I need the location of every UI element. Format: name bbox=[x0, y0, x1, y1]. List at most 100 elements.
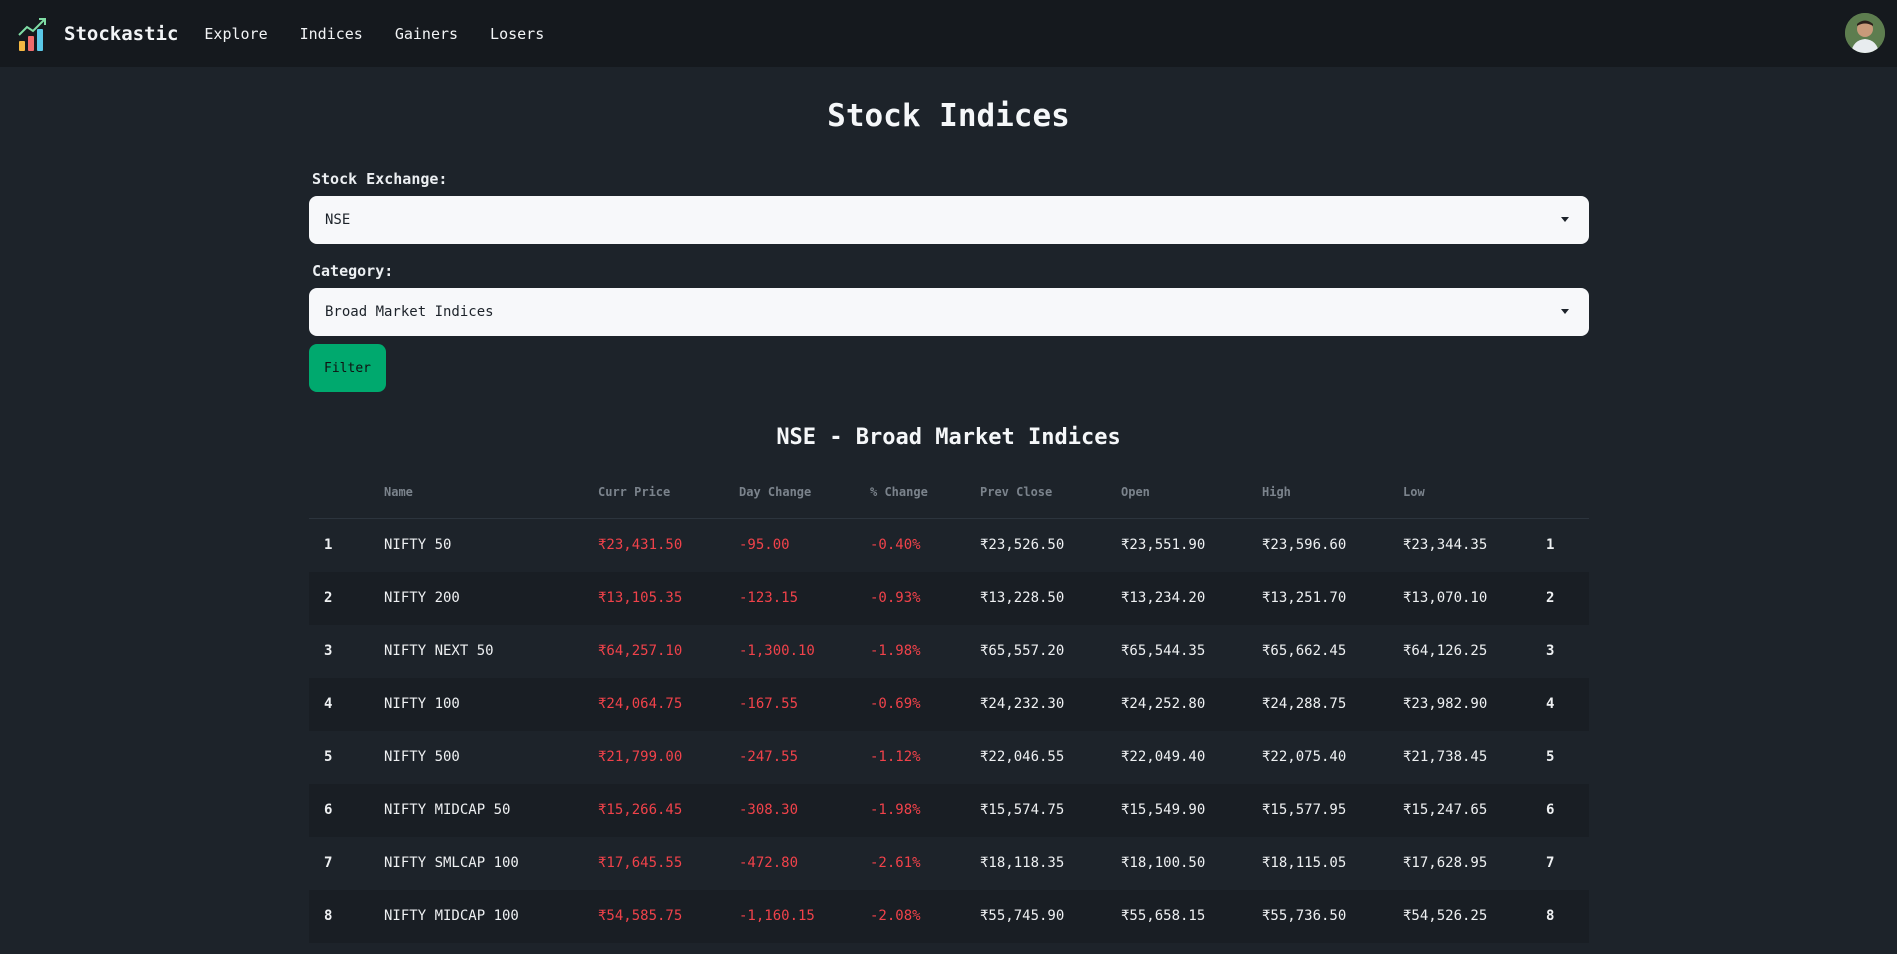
caret-down-icon bbox=[1561, 309, 1569, 314]
pct-change: -1.98% bbox=[870, 802, 921, 818]
table-row[interactable]: 6 NIFTY MIDCAP 50 ₹15,266.45 -308.30 -1.98% ₹… bbox=[309, 784, 1589, 837]
day-change: -308.30 bbox=[739, 802, 799, 818]
header-curr-price: Curr Price bbox=[598, 485, 671, 499]
index-name: NIFTY 50 bbox=[384, 537, 452, 553]
category-select[interactable]: Broad Market Indices bbox=[309, 288, 1589, 336]
category-value: Broad Market Indices bbox=[325, 304, 494, 320]
open-price: ₹22,049.40 bbox=[1121, 749, 1206, 765]
index-name: NIFTY MIDCAP 50 bbox=[384, 802, 511, 818]
curr-price: ₹54,585.75 bbox=[598, 908, 683, 924]
open-price: ₹13,234.20 bbox=[1121, 590, 1206, 606]
pct-change: -2.61% bbox=[870, 855, 921, 871]
curr-price: ₹15,266.45 bbox=[598, 802, 683, 818]
page-title: Stock Indices bbox=[827, 98, 1070, 134]
index-name: NIFTY NEXT 50 bbox=[384, 643, 494, 659]
header-day-change: Day Change bbox=[739, 485, 812, 499]
open-price: ₹24,252.80 bbox=[1121, 696, 1206, 712]
row-rank: 1 bbox=[1546, 537, 1555, 553]
table-row[interactable]: 1 NIFTY 50 ₹23,431.50 -95.00 -0.40% ₹23,526.5… bbox=[309, 519, 1589, 572]
low-price: ₹64,126.25 bbox=[1403, 643, 1488, 659]
table-header: Name Curr Price Day Change % Change Prev… bbox=[309, 465, 1589, 519]
row-rank: 4 bbox=[1546, 696, 1555, 712]
table-row[interactable]: 5 NIFTY 500 ₹21,799.00 -247.55 -1.12% ₹22,046… bbox=[309, 731, 1589, 784]
prev-close: ₹55,745.90 bbox=[980, 908, 1065, 924]
pct-change: -0.69% bbox=[870, 696, 921, 712]
index-name: NIFTY SMLCAP 100 bbox=[384, 855, 519, 871]
index-name: NIFTY MIDCAP 100 bbox=[384, 908, 519, 924]
row-index: 3 bbox=[324, 643, 333, 659]
low-price: ₹23,344.35 bbox=[1403, 537, 1488, 553]
index-name: NIFTY 100 bbox=[384, 696, 460, 712]
prev-close: ₹24,232.30 bbox=[980, 696, 1065, 712]
row-index: 6 bbox=[324, 802, 333, 818]
header-open: Open bbox=[1121, 485, 1150, 499]
table-row[interactable]: 7 NIFTY SMLCAP 100 ₹17,645.55 -472.80 -2.61%… bbox=[309, 837, 1589, 890]
row-index: 5 bbox=[324, 749, 333, 765]
row-rank: 6 bbox=[1546, 802, 1555, 818]
pct-change: -0.93% bbox=[870, 590, 921, 606]
table-row[interactable]: 8 NIFTY MIDCAP 100 ₹54,585.75 -1,160.15 -2.0… bbox=[309, 890, 1589, 943]
nav-links: Explore Indices Gainers Losers bbox=[204, 25, 576, 43]
low-price: ₹17,628.95 bbox=[1403, 855, 1488, 871]
stock-exchange-select[interactable]: NSE bbox=[309, 196, 1589, 244]
header-high: High bbox=[1262, 485, 1291, 499]
high-price: ₹15,577.95 bbox=[1262, 802, 1347, 818]
user-avatar-icon bbox=[1845, 13, 1885, 53]
high-price: ₹55,736.50 bbox=[1262, 908, 1347, 924]
open-price: ₹23,551.90 bbox=[1121, 537, 1206, 553]
nav-link-explore[interactable]: Explore bbox=[204, 25, 267, 43]
top-navbar: Stockastic Explore Indices Gainers Loser… bbox=[0, 0, 1897, 67]
row-index: 1 bbox=[324, 537, 333, 553]
nav-link-indices[interactable]: Indices bbox=[300, 25, 363, 43]
nav-link-losers[interactable]: Losers bbox=[490, 25, 544, 43]
curr-price: ₹21,799.00 bbox=[598, 749, 683, 765]
index-name: NIFTY 500 bbox=[384, 749, 460, 765]
indices-table: Name Curr Price Day Change % Change Prev… bbox=[309, 465, 1589, 943]
high-price: ₹22,075.40 bbox=[1262, 749, 1347, 765]
row-index: 8 bbox=[324, 908, 333, 924]
row-index: 7 bbox=[324, 855, 333, 871]
row-rank: 7 bbox=[1546, 855, 1555, 871]
row-rank: 2 bbox=[1546, 590, 1555, 606]
low-price: ₹21,738.45 bbox=[1403, 749, 1488, 765]
day-change: -1,300.10 bbox=[739, 643, 815, 659]
prev-close: ₹15,574.75 bbox=[980, 802, 1065, 818]
high-price: ₹24,288.75 bbox=[1262, 696, 1347, 712]
row-index: 2 bbox=[324, 590, 333, 606]
low-price: ₹54,526.25 bbox=[1403, 908, 1488, 924]
curr-price: ₹23,431.50 bbox=[598, 537, 683, 553]
user-avatar[interactable] bbox=[1845, 13, 1885, 53]
open-price: ₹15,549.90 bbox=[1121, 802, 1206, 818]
nav-link-gainers[interactable]: Gainers bbox=[395, 25, 458, 43]
open-price: ₹55,658.15 bbox=[1121, 908, 1206, 924]
prev-close: ₹13,228.50 bbox=[980, 590, 1065, 606]
table-row[interactable]: 3 NIFTY NEXT 50 ₹64,257.10 -1,300.10 -1.98% ₹… bbox=[309, 625, 1589, 678]
day-change: -95.00 bbox=[739, 537, 790, 553]
open-price: ₹65,544.35 bbox=[1121, 643, 1206, 659]
table-row[interactable]: 2 NIFTY 200 ₹13,105.35 -123.15 -0.93% ₹13,228… bbox=[309, 572, 1589, 625]
curr-price: ₹13,105.35 bbox=[598, 590, 683, 606]
curr-price: ₹17,645.55 bbox=[598, 855, 683, 871]
prev-close: ₹23,526.50 bbox=[980, 537, 1065, 553]
pct-change: -1.98% bbox=[870, 643, 921, 659]
high-price: ₹65,662.45 bbox=[1262, 643, 1347, 659]
stock-exchange-label: Stock Exchange: bbox=[312, 170, 448, 188]
header-name: Name bbox=[384, 485, 413, 499]
curr-price: ₹24,064.75 bbox=[598, 696, 683, 712]
day-change: -247.55 bbox=[739, 749, 799, 765]
day-change: -472.80 bbox=[739, 855, 799, 871]
day-change: -1,160.15 bbox=[739, 908, 815, 924]
row-rank: 8 bbox=[1546, 908, 1555, 924]
chart-logo-icon bbox=[18, 17, 46, 51]
row-rank: 3 bbox=[1546, 643, 1555, 659]
day-change: -123.15 bbox=[739, 590, 799, 606]
filter-button[interactable]: Filter bbox=[309, 344, 386, 392]
table-body: 1 NIFTY 50 ₹23,431.50 -95.00 -0.40% ₹23,526.5… bbox=[309, 519, 1589, 943]
high-price: ₹23,596.60 bbox=[1262, 537, 1347, 553]
brand[interactable]: Stockastic bbox=[18, 17, 178, 51]
prev-close: ₹22,046.55 bbox=[980, 749, 1065, 765]
pct-change: -0.40% bbox=[870, 537, 921, 553]
table-row[interactable]: 4 NIFTY 100 ₹24,064.75 -167.55 -0.69% ₹24,232… bbox=[309, 678, 1589, 731]
header-pct-change: % Change bbox=[870, 485, 928, 499]
open-price: ₹18,100.50 bbox=[1121, 855, 1206, 871]
